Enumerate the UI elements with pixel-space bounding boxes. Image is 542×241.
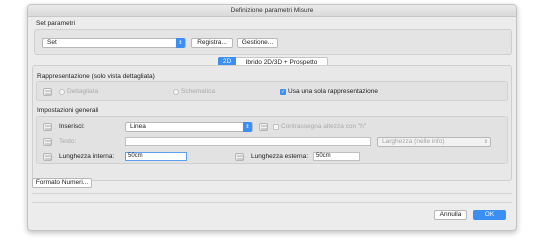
usa-una-sola-checkbox[interactable]: ✓ (280, 89, 286, 95)
tab-content-panel: Rappresentazione (solo vista dettagliata… (32, 65, 512, 181)
annulla-button[interactable]: Annulla (434, 210, 467, 220)
larghezza-select-value: Larghezza (nelle info) (382, 138, 445, 145)
lock-toggle-icon[interactable] (43, 88, 52, 96)
inserisci-select[interactable]: Linea ⇕ (125, 122, 253, 132)
lunghezza-esterna-input[interactable]: 50cm (313, 152, 360, 161)
inserisci-label: Inserisci: (59, 123, 85, 130)
radio-schematica[interactable] (173, 89, 179, 95)
set-select[interactable]: Set ⇕ (42, 38, 186, 48)
lock-toggle-icon[interactable] (43, 123, 52, 131)
divider (32, 193, 512, 194)
lock-toggle-icon[interactable] (43, 153, 52, 161)
contrassegna-checkbox[interactable] (273, 124, 279, 130)
lock-toggle-icon[interactable] (43, 138, 52, 146)
impostazioni-heading: Impostazioni generali (37, 107, 99, 114)
rappresentazione-heading: Rappresentazione (solo vista dettagliata… (37, 73, 155, 80)
divider (32, 202, 512, 203)
chevron-updown-icon: ⇕ (243, 122, 252, 132)
impostazioni-panel: Inserisci: Linea ⇕ Contrassegna altezza … (36, 116, 508, 164)
chevron-updown-icon: ⇕ (483, 139, 488, 145)
gestione-button[interactable]: Gestione... (237, 38, 278, 48)
dialog-window: Definizione parametri Misure Set paramet… (27, 4, 517, 231)
lock-toggle-icon[interactable] (259, 123, 268, 131)
testo-label: Testo: (59, 138, 77, 145)
lunghezza-interna-input[interactable]: 50cm (125, 152, 187, 161)
lunghezza-esterna-label: Lunghezza esterna: (251, 153, 309, 160)
larghezza-select[interactable]: Larghezza (nelle info) ⇕ (377, 137, 491, 147)
radio-dettagliata[interactable] (59, 89, 65, 95)
ok-button[interactable]: OK (473, 210, 506, 220)
schematica-label: Schematica (181, 88, 215, 95)
registra-button[interactable]: Registra... (191, 38, 233, 48)
chevron-updown-icon: ⇕ (176, 38, 185, 48)
usa-una-sola-label: Usa una sola rappresentazione (288, 88, 378, 95)
rappresentazione-panel: Dettagliata Schematica ✓ Usa una sola ra… (36, 81, 508, 101)
inserisci-select-value: Linea (130, 123, 146, 130)
lunghezza-interna-label: Lunghezza interna: (59, 153, 115, 160)
set-select-value: Set (47, 39, 57, 46)
formato-numeri-button[interactable]: Formato Numeri... (32, 178, 92, 188)
window-title: Definizione parametri Misure (28, 5, 516, 17)
dettagliata-label: Dettagliata (67, 88, 99, 95)
testo-input[interactable] (125, 137, 371, 146)
lock-toggle-icon[interactable] (235, 153, 244, 161)
contrassegna-label: Contrassegna altezza con "h" (281, 123, 367, 130)
set-parametri-heading: Set parametri (36, 20, 76, 27)
set-parametri-panel: Set ⇕ Registra... Gestione... (34, 29, 512, 55)
